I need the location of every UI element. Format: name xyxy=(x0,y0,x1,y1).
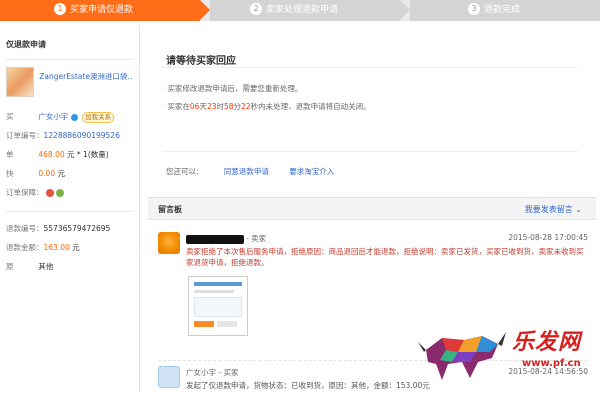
step-1-label: 买家申请仅退款 xyxy=(70,5,134,15)
message-board-title: 留言板 xyxy=(158,205,182,214)
seller-name-link[interactable]: 广女小宇 xyxy=(38,112,68,121)
shipping-label: 快 xyxy=(6,169,14,178)
refund-info-panel: 仅退款申请 ZangerEstate澳洲进口袋... 买 广女小宇 加我关系 订… xyxy=(0,25,140,393)
shipping-unit: 元 xyxy=(57,169,65,178)
agree-refund-link[interactable]: 同意退款申请 xyxy=(224,167,269,176)
notice-modify-text: 买家修改退款申请后，需要您重新处理。 xyxy=(167,84,303,93)
countdown-seconds: 22 xyxy=(241,102,251,111)
redacted-name xyxy=(186,234,244,244)
buyer-avatar xyxy=(158,366,180,388)
product-summary: ZangerEstate澳洲进口袋... xyxy=(6,67,133,107)
guarantee-row: 订单保障： xyxy=(6,183,133,202)
post-message-label: 我要发表留言 xyxy=(524,205,573,214)
price-label: 单 xyxy=(6,150,14,159)
order-no-row: 订单编号：1228886090199526 xyxy=(6,126,133,145)
countdown-suffix: 秒内未处理，退款申请将自动关闭。 xyxy=(250,102,371,111)
message-author: - 卖家 xyxy=(186,233,266,244)
guarantee-label: 订单保障： xyxy=(6,188,44,197)
order-no-link[interactable]: 1228886090199526 xyxy=(44,131,120,140)
status-title: 请等待买家回应 xyxy=(166,56,236,67)
reason-row: 原 其他 xyxy=(6,257,133,276)
seller-actions: 您还可以： 同意退款申请 要求淘宝介入 xyxy=(166,166,334,177)
request-intervention-link[interactable]: 要求淘宝介入 xyxy=(289,167,334,176)
notice-countdown: · 买家在06天23时58分22秒内未处理，退款申请将自动关闭。 xyxy=(162,102,371,111)
guarantee-badge-icon[interactable] xyxy=(45,189,54,197)
message-text: 卖家拒绝了本次售后服务申请，拒绝原因：商品退回后才能退款，拒绝说明：卖家已发货，… xyxy=(186,247,584,267)
attachment-image[interactable] xyxy=(188,276,248,336)
step-1: 1 买家申请仅退款 xyxy=(0,0,200,21)
divider xyxy=(6,211,133,212)
wangwang-icon[interactable] xyxy=(70,113,78,121)
product-name-link[interactable]: ZangerEstate澳洲进口袋... xyxy=(39,67,133,82)
refund-amount-value: 163.00 xyxy=(43,243,70,252)
countdown-days: 06 xyxy=(189,102,200,111)
step-2: 2 卖家处理退款申请 xyxy=(210,0,400,21)
watermark-url: www.pf.cn xyxy=(522,358,581,369)
step-1-arrow xyxy=(200,0,210,20)
step-3-label: 退款完成 xyxy=(484,5,521,15)
actions-label: 您还可以： xyxy=(166,167,204,176)
step-3-number: 3 xyxy=(468,2,480,15)
chevron-down-icon: ⌄ xyxy=(575,205,582,214)
refund-amount-unit: 元 xyxy=(72,243,80,252)
notice-modify: · 买家修改退款申请后，需要您重新处理。 xyxy=(162,84,303,93)
divider xyxy=(162,67,578,68)
step-3: 3 退款完成 xyxy=(410,0,600,21)
progress-steps: 1 买家申请仅退款 2 卖家处理退款申请 3 退款完成 xyxy=(0,0,600,21)
price-row: 单 468.00 元 * 1(数量) xyxy=(6,145,133,164)
countdown-hours-unit: 时 xyxy=(216,102,224,111)
order-no-label: 订单编号： xyxy=(6,131,44,140)
countdown-prefix: 买家在 xyxy=(167,102,190,111)
message-author-role: - 卖家 xyxy=(246,234,267,243)
divider xyxy=(162,151,578,152)
status-box: 请等待买家回应 · 买家修改退款申请后，需要您重新处理。 · 买家在06天23时58… xyxy=(148,25,596,195)
price-unit: 元 * 1(数量) xyxy=(67,150,109,159)
refund-no-row: 退款编号：55736579472695 xyxy=(6,219,133,238)
step-2-number: 2 xyxy=(250,2,262,15)
product-thumbnail[interactable] xyxy=(6,67,35,97)
guarantee-badge-icon-2[interactable] xyxy=(55,189,64,197)
countdown-days-unit: 天 xyxy=(199,102,207,111)
reason-label: 原 xyxy=(6,262,14,271)
divider xyxy=(6,59,133,60)
post-message-link[interactable]: 我要发表留言 ⌄ xyxy=(525,204,582,215)
message-author: 广女小宇 - 买家 xyxy=(186,368,239,377)
watermark-text: 乐发网 xyxy=(512,329,582,355)
seller-row: 买 广女小宇 加我关系 xyxy=(6,107,133,126)
refund-amount-row: 退款金额：163.00 元 xyxy=(6,238,133,257)
seller-label: 买 xyxy=(6,112,14,121)
step-1-number: 1 xyxy=(54,2,66,15)
refund-amount-label: 退款金额： xyxy=(6,243,44,252)
countdown-minutes: 58 xyxy=(223,102,234,111)
seller-tag[interactable]: 加我关系 xyxy=(82,111,115,123)
refund-no-label: 退款编号： xyxy=(6,224,44,233)
shipping-row: 快 0.00 元 xyxy=(6,164,133,183)
reason-value: 其他 xyxy=(38,262,54,271)
step-2-label: 卖家处理退款申请 xyxy=(266,5,339,15)
bull-logo-icon xyxy=(418,332,506,380)
countdown-minutes-unit: 分 xyxy=(233,102,242,111)
refund-no-value: 55736579472695 xyxy=(43,224,111,233)
step-2-arrow xyxy=(400,0,410,20)
message-time: 2015-08-28 17:00:45 xyxy=(508,233,588,242)
panel-title: 仅退款申请 xyxy=(6,40,46,49)
watermark: 乐发网 www.pf.cn xyxy=(412,318,600,393)
seller-avatar xyxy=(158,232,180,254)
shipping-value: 0.00 xyxy=(38,169,56,178)
price-value: 468.00 xyxy=(38,150,65,159)
message-board-header: 留言板 我要发表留言 ⌄ xyxy=(148,198,596,220)
